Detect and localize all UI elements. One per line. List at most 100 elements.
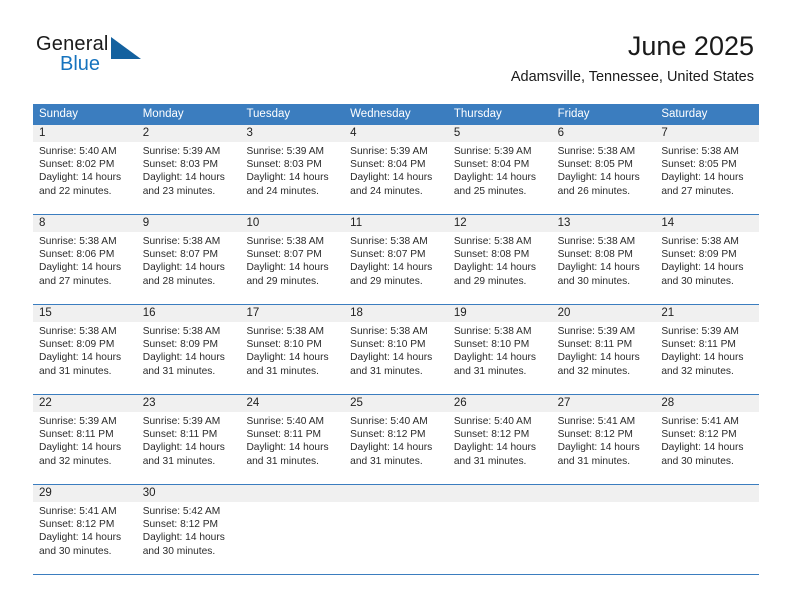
day-cell[interactable]: 17 Sunrise: 5:38 AM Sunset: 8:10 PM Dayl… [240, 305, 345, 394]
sunset-text: Sunset: 8:11 PM [661, 339, 736, 351]
daylight-text-line1: Daylight: 14 hours [39, 172, 122, 184]
day-number: 14 [655, 215, 760, 232]
daylight-text-line2: and 30 minutes. [661, 275, 734, 287]
day-cell[interactable]: 13 Sunrise: 5:38 AM Sunset: 8:08 PM Dayl… [551, 215, 656, 304]
sunset-text: Sunset: 8:12 PM [350, 429, 426, 441]
day-number: 1 [33, 125, 137, 142]
sunrise-text: Sunrise: 5:39 AM [661, 326, 739, 337]
day-cell[interactable]: 6 Sunrise: 5:38 AM Sunset: 8:05 PM Dayli… [551, 125, 656, 214]
daylight-text-line1: Daylight: 14 hours [453, 442, 536, 454]
day-details: Sunrise: 5:38 AM Sunset: 8:09 PM Dayligh… [137, 322, 241, 378]
day-cell[interactable]: 5 Sunrise: 5:39 AM Sunset: 8:04 PM Dayli… [447, 125, 552, 214]
week-row: 8 Sunrise: 5:38 AM Sunset: 8:06 PM Dayli… [33, 215, 760, 305]
day-cell[interactable]: 2 Sunrise: 5:39 AM Sunset: 8:03 PM Dayli… [136, 125, 241, 214]
day-cell[interactable]: 9 Sunrise: 5:38 AM Sunset: 8:07 PM Dayli… [136, 215, 241, 304]
day-cell[interactable]: 26 Sunrise: 5:40 AM Sunset: 8:12 PM Dayl… [447, 395, 552, 484]
calendar-page: General Blue June 2025 Adamsville, Tenne… [0, 0, 792, 612]
day-cell[interactable]: 4 Sunrise: 5:39 AM Sunset: 8:04 PM Dayli… [344, 125, 448, 214]
daylight-text-line2: and 25 minutes. [453, 185, 527, 197]
day-details: Sunrise: 5:38 AM Sunset: 8:07 PM Dayligh… [240, 232, 344, 288]
day-cell[interactable]: 7 Sunrise: 5:38 AM Sunset: 8:05 PM Dayli… [655, 125, 760, 214]
day-cell[interactable]: 16 Sunrise: 5:38 AM Sunset: 8:09 PM Dayl… [136, 305, 241, 394]
day-details: Sunrise: 5:39 AM Sunset: 8:11 PM Dayligh… [552, 322, 656, 378]
day-cell[interactable]: 14 Sunrise: 5:38 AM Sunset: 8:09 PM Dayl… [655, 215, 760, 304]
day-details: Sunrise: 5:38 AM Sunset: 8:09 PM Dayligh… [33, 322, 137, 378]
day-cell[interactable]: 25 Sunrise: 5:40 AM Sunset: 8:12 PM Dayl… [344, 395, 448, 484]
daylight-text-line1: Daylight: 14 hours [142, 442, 225, 454]
day-cell[interactable]: 28 Sunrise: 5:41 AM Sunset: 8:12 PM Dayl… [655, 395, 760, 484]
day-number: 19 [447, 305, 552, 322]
week-row: 22 Sunrise: 5:39 AM Sunset: 8:11 PM Dayl… [33, 395, 760, 485]
day-cell[interactable]: 30 Sunrise: 5:42 AM Sunset: 8:12 PM Dayl… [136, 485, 241, 574]
sunset-text: Sunset: 8:07 PM [246, 249, 322, 261]
page-title: June 2025 [627, 31, 754, 61]
day-details: Sunrise: 5:38 AM Sunset: 8:10 PM Dayligh… [448, 322, 552, 378]
daylight-text-line1: Daylight: 14 hours [350, 352, 433, 364]
day-number: 10 [240, 215, 345, 232]
daylight-text-line1: Daylight: 14 hours [557, 442, 640, 454]
day-details: Sunrise: 5:38 AM Sunset: 8:05 PM Dayligh… [552, 142, 656, 198]
day-cell[interactable]: 1 Sunrise: 5:40 AM Sunset: 8:02 PM Dayli… [33, 125, 137, 214]
daylight-text-line2: and 27 minutes. [661, 185, 734, 197]
day-cell[interactable]: 19 Sunrise: 5:38 AM Sunset: 8:10 PM Dayl… [447, 305, 552, 394]
sunrise-text: Sunrise: 5:38 AM [350, 236, 428, 247]
day-cell[interactable]: 10 Sunrise: 5:38 AM Sunset: 8:07 PM Dayl… [240, 215, 345, 304]
sunset-text: Sunset: 8:03 PM [142, 159, 219, 171]
daylight-text-line2: and 24 minutes. [246, 185, 319, 197]
day-details: Sunrise: 5:41 AM Sunset: 8:12 PM Dayligh… [552, 412, 656, 468]
day-cell[interactable]: 29 Sunrise: 5:41 AM Sunset: 8:12 PM Dayl… [33, 485, 137, 574]
day-details: Sunrise: 5:38 AM Sunset: 8:10 PM Dayligh… [240, 322, 344, 378]
day-details: Sunrise: 5:40 AM Sunset: 8:12 PM Dayligh… [344, 412, 448, 468]
daylight-text-line2: and 31 minutes. [557, 455, 631, 467]
sunset-text: Sunset: 8:03 PM [246, 159, 322, 171]
daylight-text-line2: and 31 minutes. [142, 365, 216, 377]
location-subtitle: Adamsville, Tennessee, United States [510, 69, 754, 85]
day-cell[interactable]: 18 Sunrise: 5:38 AM Sunset: 8:10 PM Dayl… [344, 305, 448, 394]
day-cell[interactable]: 8 Sunrise: 5:38 AM Sunset: 8:06 PM Dayli… [33, 215, 137, 304]
day-number: 15 [33, 305, 137, 322]
day-cell[interactable]: 23 Sunrise: 5:39 AM Sunset: 8:11 PM Dayl… [136, 395, 241, 484]
sunset-text: Sunset: 8:07 PM [350, 249, 426, 261]
daylight-text-line1: Daylight: 14 hours [661, 442, 744, 454]
day-details: Sunrise: 5:38 AM Sunset: 8:06 PM Dayligh… [33, 232, 137, 288]
day-cell[interactable]: 24 Sunrise: 5:40 AM Sunset: 8:11 PM Dayl… [240, 395, 345, 484]
day-cell[interactable]: 21 Sunrise: 5:39 AM Sunset: 8:11 PM Dayl… [655, 305, 760, 394]
sunset-text: Sunset: 8:09 PM [661, 249, 737, 261]
sunrise-text: Sunrise: 5:39 AM [453, 146, 532, 157]
day-cell[interactable]: 11 Sunrise: 5:38 AM Sunset: 8:07 PM Dayl… [344, 215, 448, 304]
day-number: 23 [136, 395, 241, 412]
sunset-text: Sunset: 8:10 PM [453, 339, 530, 351]
day-cell[interactable]: 3 Sunrise: 5:39 AM Sunset: 8:03 PM Dayli… [240, 125, 345, 214]
day-number: 29 [33, 485, 137, 502]
daylight-text-line1: Daylight: 14 hours [453, 172, 536, 184]
day-cell[interactable]: 15 Sunrise: 5:38 AM Sunset: 8:09 PM Dayl… [33, 305, 137, 394]
weekday-header-tuesday: Tuesday [246, 108, 291, 120]
brand-logo[interactable]: General Blue [36, 33, 156, 81]
daylight-text-line1: Daylight: 14 hours [246, 172, 329, 184]
day-cell[interactable]: 12 Sunrise: 5:38 AM Sunset: 8:08 PM Dayl… [447, 215, 552, 304]
daylight-text-line1: Daylight: 14 hours [661, 262, 744, 274]
sunrise-text: Sunrise: 5:39 AM [39, 416, 117, 427]
sunset-text: Sunset: 8:05 PM [557, 159, 633, 171]
day-number: 13 [551, 215, 656, 232]
day-number [447, 485, 552, 502]
daylight-text-line2: and 24 minutes. [350, 185, 423, 197]
page-header: General Blue June 2025 Adamsville, Tenne… [0, 0, 792, 100]
daylight-text-line2: and 28 minutes. [142, 275, 216, 287]
daylight-text-line2: and 29 minutes. [453, 275, 527, 287]
day-cell[interactable]: 22 Sunrise: 5:39 AM Sunset: 8:11 PM Dayl… [33, 395, 137, 484]
daylight-text-line2: and 30 minutes. [39, 545, 112, 557]
daylight-text-line1: Daylight: 14 hours [246, 262, 329, 274]
day-number: 6 [551, 125, 656, 142]
daylight-text-line1: Daylight: 14 hours [661, 172, 744, 184]
day-cell[interactable]: 27 Sunrise: 5:41 AM Sunset: 8:12 PM Dayl… [551, 395, 656, 484]
day-details: Sunrise: 5:38 AM Sunset: 8:09 PM Dayligh… [655, 232, 759, 288]
day-cell-empty [551, 485, 656, 574]
daylight-text-line2: and 32 minutes. [557, 365, 631, 377]
sunrise-text: Sunrise: 5:40 AM [39, 146, 117, 157]
day-number: 28 [655, 395, 760, 412]
day-details: Sunrise: 5:40 AM Sunset: 8:11 PM Dayligh… [240, 412, 344, 468]
day-details: Sunrise: 5:40 AM Sunset: 8:12 PM Dayligh… [448, 412, 552, 468]
daylight-text-line2: and 29 minutes. [246, 275, 319, 287]
day-cell[interactable]: 20 Sunrise: 5:39 AM Sunset: 8:11 PM Dayl… [551, 305, 656, 394]
